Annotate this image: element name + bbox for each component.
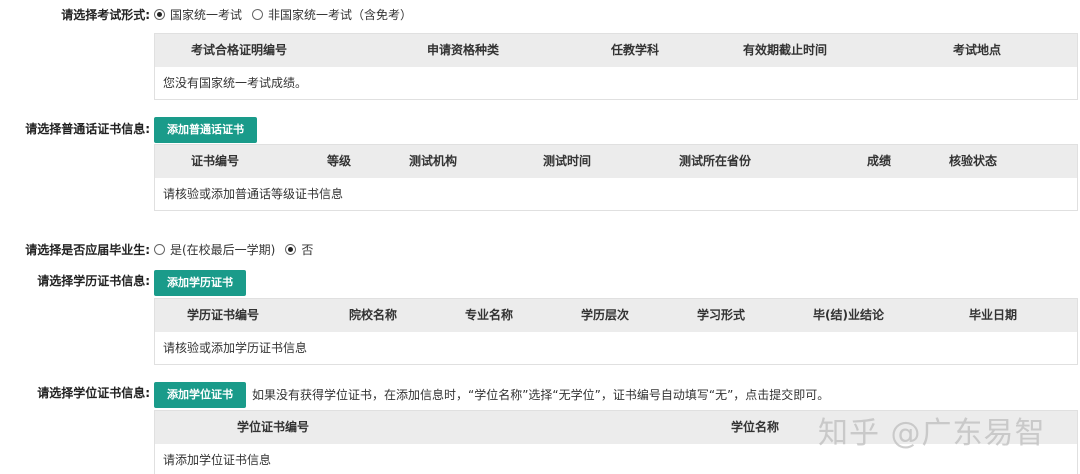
- column-header: 毕业日期: [969, 308, 1018, 322]
- column-header: 学位证书编号: [237, 420, 310, 434]
- column-header: 专业名称: [465, 308, 514, 322]
- column-header: 学历证书编号: [187, 308, 260, 322]
- column-header: 考试合格证明编号: [191, 43, 288, 57]
- graduate-option-no[interactable]: 否: [285, 241, 313, 258]
- empty-message: 您没有国家统一考试成绩。: [163, 76, 308, 90]
- column-header: 证书编号: [191, 154, 240, 168]
- exam-form-label: 请选择考试形式:: [61, 8, 150, 22]
- empty-message: 请添加学位证书信息: [163, 453, 272, 467]
- exam-option-non-national[interactable]: 非国家统一考试（含免考）: [252, 6, 412, 23]
- column-header: 考试地点: [953, 43, 1002, 57]
- column-header: 申请资格种类: [427, 43, 500, 57]
- degree-label: 请选择学位证书信息:: [37, 386, 150, 400]
- column-header: 学历层次: [581, 308, 630, 322]
- graduate-options: 是(在校最后一学期) 否: [154, 241, 323, 258]
- table-header: 学历证书编号 院校名称 专业名称 学历层次 学习形式 毕(结)业结论 毕业日期: [155, 299, 1077, 332]
- exam-results-table: 考试合格证明编号 申请资格种类 任教学科 有效期截止时间 考试地点 您没有国家统…: [154, 33, 1078, 100]
- column-header: 任教学科: [611, 43, 660, 57]
- radio-unselected-icon: [252, 9, 264, 20]
- table-header: 考试合格证明编号 申请资格种类 任教学科 有效期截止时间 考试地点: [155, 34, 1077, 67]
- graduate-option-yes[interactable]: 是(在校最后一学期): [154, 241, 275, 258]
- table-row: 请核验或添加普通话等级证书信息: [155, 178, 1077, 210]
- mandarin-table: 证书编号 等级 测试机构 测试时间 测试所在省份 成绩 核验状态 请核验或添加普…: [154, 144, 1078, 211]
- mandarin-label: 请选择普通话证书信息:: [25, 122, 150, 136]
- education-label: 请选择学历证书信息:: [37, 274, 150, 288]
- column-header: 学习形式: [697, 308, 746, 322]
- graduate-label: 请选择是否应届毕业生:: [25, 243, 150, 257]
- radio-unselected-icon: [154, 244, 165, 255]
- column-header: 测试时间: [543, 154, 592, 168]
- column-header: 等级: [327, 154, 352, 168]
- exam-form-options: 国家统一考试 非国家统一考试（含免考）: [154, 6, 422, 23]
- column-header: 学位名称: [731, 420, 780, 434]
- add-education-button[interactable]: 添加学历证书: [154, 270, 246, 296]
- add-mandarin-button[interactable]: 添加普通话证书: [154, 117, 257, 143]
- empty-message: 请核验或添加学历证书信息: [163, 341, 308, 355]
- column-header: 测试机构: [409, 154, 458, 168]
- table-header: 证书编号 等级 测试机构 测试时间 测试所在省份 成绩 核验状态: [155, 145, 1077, 178]
- column-header: 成绩: [867, 154, 892, 168]
- radio-selected-icon: [285, 244, 297, 255]
- degree-note: 如果没有获得学位证书，在添加信息时，“学位名称”选择“无学位”，证书编号自动填写…: [252, 388, 830, 402]
- add-degree-button[interactable]: 添加学位证书: [154, 382, 246, 408]
- column-header: 测试所在省份: [679, 154, 752, 168]
- column-header: 核验状态: [949, 154, 998, 168]
- column-header: 毕(结)业结论: [813, 308, 884, 322]
- watermark: 知乎 @广东易智: [818, 416, 1046, 451]
- education-table: 学历证书编号 院校名称 专业名称 学历层次 学习形式 毕(结)业结论 毕业日期 …: [154, 298, 1078, 365]
- empty-message: 请核验或添加普通话等级证书信息: [163, 187, 344, 201]
- radio-selected-icon: [154, 9, 165, 20]
- table-row: 请核验或添加学历证书信息: [155, 332, 1077, 364]
- exam-option-national[interactable]: 国家统一考试: [154, 6, 242, 23]
- column-header: 院校名称: [349, 308, 398, 322]
- column-header: 有效期截止时间: [743, 43, 828, 57]
- table-row: 您没有国家统一考试成绩。: [155, 67, 1077, 99]
